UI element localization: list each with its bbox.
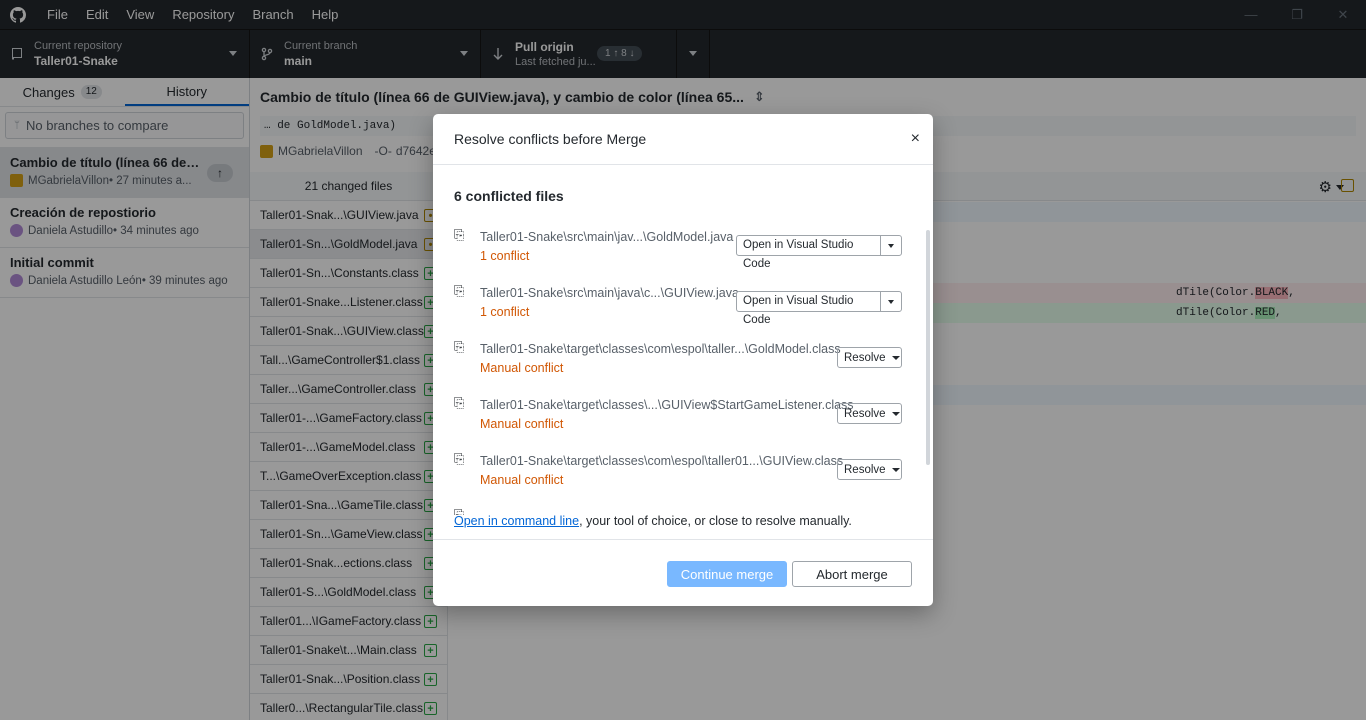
file-diff-icon: ⎘ <box>454 451 465 466</box>
dialog-footer: Continue merge Abort merge <box>433 539 933 606</box>
dialog-title: Resolve conflicts before Merge <box>454 131 647 147</box>
conflict-row: ⎘ Taller01-Snake\src\main\java\c...\GUIV… <box>433 283 913 339</box>
chevron-down-icon <box>891 467 900 472</box>
file-diff-icon: ⎘ <box>454 227 465 242</box>
conflicted-count: 6 conflicted files <box>454 188 564 204</box>
conflict-status: 1 conflict <box>480 305 530 319</box>
open-in-editor-button[interactable]: Open in Visual Studio Code <box>736 291 902 326</box>
resolve-button[interactable]: Resolve <box>837 347 902 368</box>
conflict-path: Taller01-Snake\target\classes\com\espol\… <box>480 342 841 356</box>
resolve-button[interactable]: Resolve <box>837 459 902 480</box>
conflict-status: Manual conflict <box>480 473 564 487</box>
file-diff-icon: ⎘ <box>454 283 465 298</box>
chevron-down-icon[interactable] <box>888 299 894 304</box>
open-in-editor-button[interactable]: Open in Visual Studio Code <box>736 235 902 270</box>
conflict-status: Manual conflict <box>480 417 564 431</box>
conflict-path: Taller01-Snake\target\classes\...\GUIVie… <box>480 398 854 412</box>
scrollbar[interactable] <box>926 230 930 465</box>
continue-merge-button[interactable]: Continue merge <box>667 561 787 587</box>
conflict-row: ⎘ Taller01-Snake\target\classes\...\GUIV… <box>433 395 913 451</box>
chevron-down-icon[interactable] <box>888 243 894 248</box>
command-line-rest: , your tool of choice, or close to resol… <box>579 514 852 528</box>
close-icon[interactable]: × <box>911 130 920 148</box>
conflict-path: Taller01-Snake\src\main\jav...\GoldModel… <box>480 230 734 244</box>
conflict-row: ⎘ Taller01-Snake\target\classes\com\espo… <box>433 339 913 395</box>
conflict-status: 1 conflict <box>480 249 530 263</box>
dialog-header: Resolve conflicts before Merge × <box>433 114 933 165</box>
command-line-hint: Open in command line, your tool of choic… <box>454 514 852 528</box>
file-diff-icon: ⎘ <box>454 395 465 410</box>
dialog-body: 6 conflicted files ⎘ Taller01-Snake\src\… <box>433 165 933 540</box>
chevron-down-icon <box>891 411 900 416</box>
conflict-path: Taller01-Snake\src\main\java\c...\GUIVie… <box>480 286 739 300</box>
abort-merge-button[interactable]: Abort merge <box>792 561 912 587</box>
chevron-down-icon <box>891 355 900 360</box>
conflict-path: Taller01-Snake\target\classes\com\espol\… <box>480 454 844 468</box>
resolve-conflicts-dialog: Resolve conflicts before Merge × 6 confl… <box>433 114 933 606</box>
conflict-list: ⎘ Taller01-Snake\src\main\jav...\GoldMod… <box>433 227 933 515</box>
conflict-status: Manual conflict <box>480 361 564 375</box>
open-in-command-line-link[interactable]: Open in command line <box>454 514 579 528</box>
file-diff-icon: ⎘ <box>454 339 465 354</box>
conflict-row: ⎘ Taller01-Snake\target\classes\com\espo… <box>433 451 913 507</box>
resolve-button[interactable]: Resolve <box>837 403 902 424</box>
conflict-row: ⎘ Taller01-Snake\src\main\jav...\GoldMod… <box>433 227 913 283</box>
